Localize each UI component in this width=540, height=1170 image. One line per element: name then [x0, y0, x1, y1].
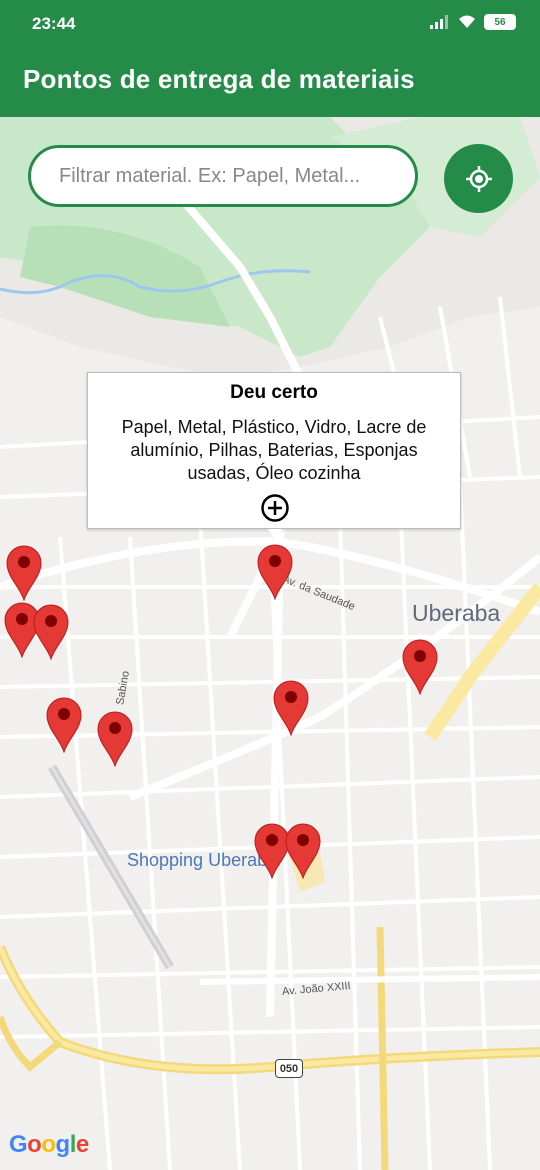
map-marker-icon[interactable] [97, 711, 133, 767]
map-marker-icon[interactable] [6, 545, 42, 601]
map-marker-icon[interactable] [273, 680, 309, 736]
status-icons: 56 [430, 14, 516, 30]
battery-icon: 56 [484, 14, 516, 30]
locate-button[interactable] [444, 144, 513, 213]
map-marker-icon[interactable] [33, 604, 69, 660]
info-window-pointer [268, 529, 282, 539]
info-materials: Papel, Metal, Plástico, Vidro, Lacre de … [121, 417, 427, 483]
add-circle-icon[interactable] [260, 493, 290, 523]
map-marker-icon[interactable] [46, 697, 82, 753]
map-marker-icon[interactable] [402, 639, 438, 695]
status-bar: 23:44 56 [0, 0, 540, 50]
search-bar[interactable] [28, 145, 418, 207]
wifi-icon [459, 15, 475, 28]
map-base [0, 117, 540, 1170]
google-logo: Google [9, 1131, 89, 1158]
map-view[interactable]: Deu certo Papel, Metal, Plástico, Vidro,… [0, 117, 540, 1170]
info-title: Deu certo [230, 382, 318, 403]
page-title: Pontos de entrega de materiais [23, 64, 415, 94]
status-time: 23:44 [32, 14, 76, 33]
city-label: Uberaba [412, 600, 501, 626]
highway-shield: 050 [275, 1059, 303, 1078]
map-marker-icon[interactable] [257, 544, 293, 600]
my-location-icon [465, 165, 492, 192]
map-marker-icon[interactable] [285, 823, 321, 879]
signal-icon [430, 15, 448, 29]
search-input[interactable] [57, 163, 401, 189]
app-bar: Pontos de entrega de materiais [0, 50, 540, 117]
marker-info-window[interactable]: Deu certo Papel, Metal, Plástico, Vidro,… [87, 372, 461, 529]
